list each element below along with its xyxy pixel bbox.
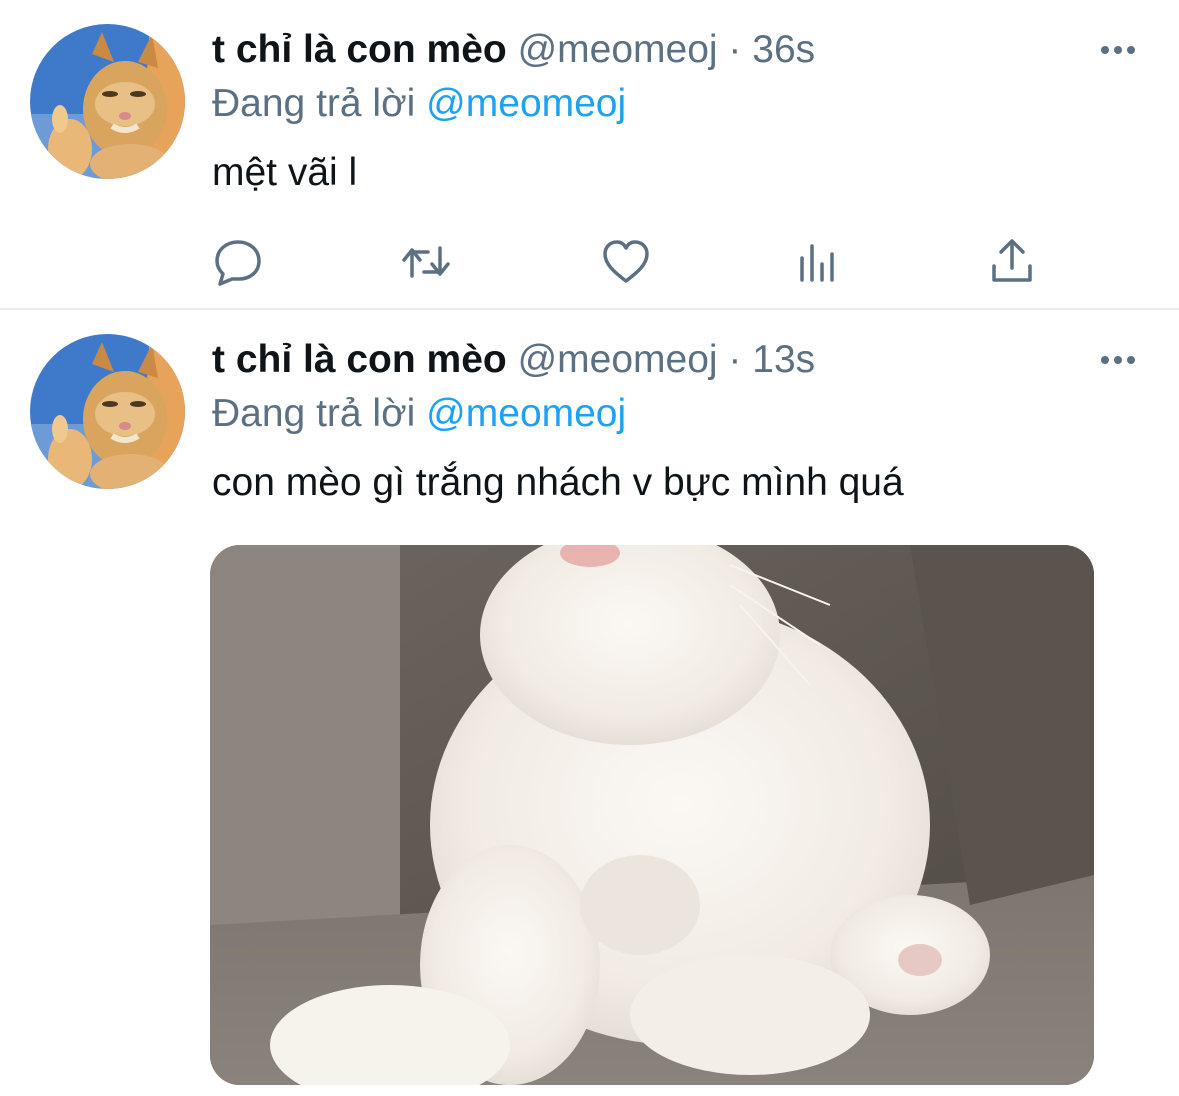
mention-link[interactable]: @meomeoj [426, 392, 626, 435]
white-cat-photo-icon [210, 545, 1094, 1085]
more-options-icon[interactable] [1099, 350, 1137, 370]
display-name[interactable]: t chỉ là con mèo [212, 338, 507, 381]
tweet-text: con mèo gì trắng nhách v bực mình quá [212, 461, 904, 504]
timestamp[interactable]: 13s [752, 338, 815, 381]
media-image[interactable] [210, 545, 1094, 1085]
replying-to: Đang trả lời @meomeoj [212, 390, 626, 438]
cat-avatar-icon [30, 334, 185, 489]
separator: · [717, 338, 753, 381]
tweet-header: t chỉ là con mèo @meomeoj · 13s [212, 336, 815, 384]
avatar[interactable] [30, 334, 185, 489]
replying-prefix: Đang trả lời [212, 392, 427, 435]
handle[interactable]: @meomeoj [518, 338, 718, 381]
tweet[interactable]: t chỉ là con mèo @meomeoj · 13s Đang trả… [0, 0, 1179, 1096]
